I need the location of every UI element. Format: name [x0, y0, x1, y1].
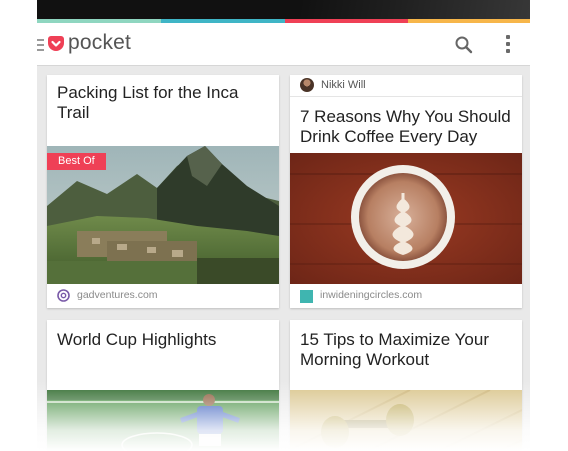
article-title: World Cup Highlights — [57, 330, 217, 349]
article-title: 15 Tips to Maximize Your Morning Workout — [300, 330, 489, 369]
divider — [290, 96, 522, 97]
dumbbells-photo — [290, 390, 522, 451]
source-row: gadventures.com — [47, 284, 279, 308]
search-icon[interactable] — [454, 35, 474, 55]
teal-square-icon — [300, 290, 313, 303]
article-card[interactable]: Nikki Will 7 Reasons Why You Should Drin… — [290, 75, 522, 308]
article-image — [290, 390, 522, 451]
article-card[interactable]: 15 Tips to Maximize Your Morning Workout — [290, 320, 522, 451]
status-bar — [37, 0, 530, 19]
pocket-logo-icon — [48, 36, 64, 51]
article-title: 7 Reasons Why You Should Drink Coffee Ev… — [300, 107, 511, 146]
source-row: inwideningcircles.com — [290, 284, 522, 308]
latte-art-photo — [290, 153, 522, 284]
article-image — [290, 153, 522, 284]
app-name: pocket — [68, 31, 132, 54]
article-image — [47, 390, 279, 451]
best-of-badge: Best Of — [47, 153, 106, 170]
article-card[interactable]: Packing List for the Inca Trail Best Of … — [47, 75, 279, 308]
app-bar: pocket — [37, 23, 530, 66]
menu-icon[interactable] — [37, 39, 45, 51]
source-domain: inwideningcircles.com — [320, 289, 423, 301]
soccer-player-photo — [47, 390, 279, 451]
more-vert-icon[interactable] — [504, 34, 512, 56]
author-name: Nikki Will — [321, 79, 366, 91]
article-title: Packing List for the Inca Trail — [57, 83, 239, 122]
app-screen: pocket Packing List for the Inca Trail B… — [37, 0, 530, 451]
avatar — [300, 78, 314, 92]
article-card[interactable]: World Cup Highlights — [47, 320, 279, 451]
at-sign-icon — [57, 289, 70, 302]
source-domain: gadventures.com — [77, 289, 158, 301]
shared-by: Nikki Will — [290, 75, 522, 97]
chevron-down-icon — [51, 40, 61, 47]
